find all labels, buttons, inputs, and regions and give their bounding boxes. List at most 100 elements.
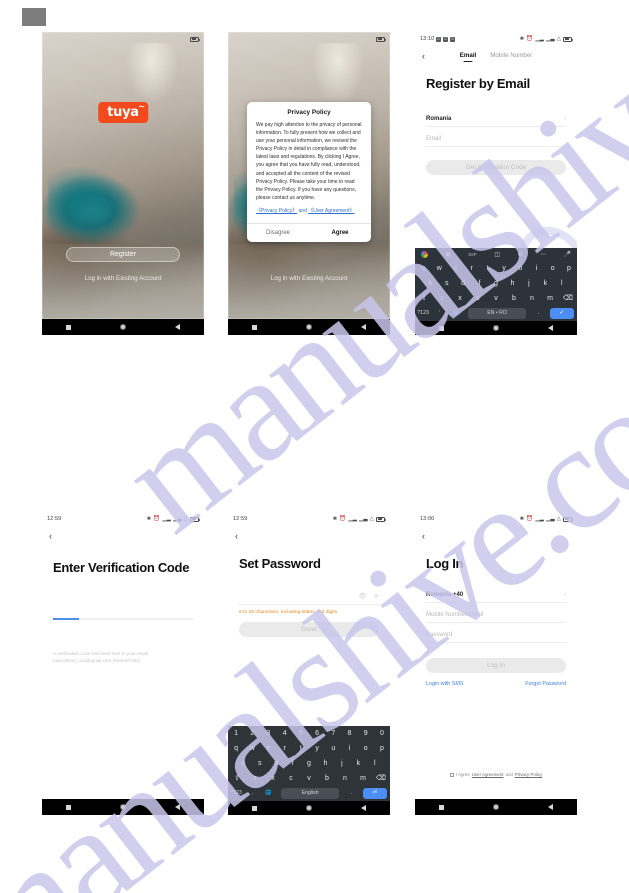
- get-verification-code-button[interactable]: Get Verification Code: [426, 160, 566, 175]
- key-m[interactable]: m: [541, 291, 559, 306]
- tab-email[interactable]: Email: [460, 52, 477, 61]
- key-k[interactable]: k: [537, 276, 553, 291]
- recents-square-icon[interactable]: [252, 805, 258, 811]
- user-agreement-link[interactable]: User Agreement: [472, 772, 504, 777]
- back-chevron-icon[interactable]: ‹: [235, 532, 238, 541]
- privacy-policy-link[interactable]: 《Privacy Policy》: [256, 208, 297, 214]
- key-v[interactable]: v: [300, 771, 318, 786]
- back-triangle-icon[interactable]: [547, 325, 553, 331]
- forgot-password-link[interactable]: Forgot Password: [525, 681, 566, 687]
- password-field[interactable]: Password: [426, 628, 566, 643]
- gear-icon[interactable]: ⚙: [517, 251, 522, 258]
- symbols-key[interactable]: ?123: [228, 786, 244, 801]
- key-b[interactable]: b: [318, 771, 336, 786]
- back-triangle-icon[interactable]: [360, 324, 366, 330]
- register-button[interactable]: Register: [66, 247, 180, 262]
- key-z[interactable]: z: [433, 291, 451, 306]
- back-triangle-icon[interactable]: [174, 804, 180, 810]
- recents-square-icon[interactable]: [252, 324, 258, 330]
- log-in-existing-account-link[interactable]: Log in with Existing Account: [42, 275, 204, 282]
- key-x[interactable]: x: [264, 771, 282, 786]
- home-circle-icon[interactable]: [305, 324, 312, 330]
- key-y[interactable]: y: [496, 261, 512, 276]
- enter-key[interactable]: ✓: [549, 308, 574, 319]
- key-f[interactable]: f: [284, 756, 300, 771]
- country-field[interactable]: Romania ›: [426, 112, 566, 127]
- recents-square-icon[interactable]: [66, 324, 72, 330]
- disagree-button[interactable]: Disagree: [247, 224, 309, 242]
- period-key[interactable]: .: [343, 786, 359, 801]
- key-0[interactable]: 0: [374, 726, 390, 741]
- key-x[interactable]: x: [451, 291, 469, 306]
- email-field[interactable]: Email: [426, 132, 566, 147]
- key-j[interactable]: j: [334, 756, 350, 771]
- key-o[interactable]: o: [545, 261, 561, 276]
- key-3[interactable]: 3: [260, 726, 276, 741]
- key-y[interactable]: y: [309, 741, 325, 756]
- recents-square-icon[interactable]: [66, 804, 72, 810]
- key-u[interactable]: u: [512, 261, 528, 276]
- key-q[interactable]: q: [415, 261, 431, 276]
- key-c[interactable]: c: [282, 771, 300, 786]
- user-agreement-link[interactable]: 《User Agreement》: [308, 208, 354, 214]
- key-2[interactable]: 2: [244, 726, 260, 741]
- key-a[interactable]: a: [235, 756, 251, 771]
- key-v[interactable]: v: [487, 291, 505, 306]
- key-s[interactable]: s: [438, 276, 454, 291]
- tab-mobile-number[interactable]: Mobile Number: [490, 52, 532, 61]
- key-i[interactable]: i: [528, 261, 544, 276]
- key-4[interactable]: 4: [277, 726, 293, 741]
- key-n[interactable]: n: [523, 291, 541, 306]
- clipboard-icon[interactable]: ◫: [494, 251, 500, 258]
- comma-key[interactable]: ’: [431, 306, 447, 321]
- account-field[interactable]: Mobile Number/Email: [426, 608, 566, 623]
- login-button[interactable]: Log In: [426, 658, 566, 673]
- key-c[interactable]: c: [469, 291, 487, 306]
- enter-key[interactable]: ⏎: [362, 788, 387, 799]
- log-in-existing-account-link[interactable]: Log in with Existing Account: [228, 275, 390, 282]
- country-field[interactable]: Romania +40 ›: [426, 588, 566, 603]
- key-t[interactable]: t: [293, 741, 309, 756]
- symbols-key[interactable]: ?123: [415, 306, 431, 321]
- key-e[interactable]: e: [447, 261, 463, 276]
- back-chevron-icon[interactable]: ‹: [49, 532, 52, 541]
- key-r[interactable]: r: [464, 261, 480, 276]
- key-1[interactable]: 1: [228, 726, 244, 741]
- privacy-policy-link[interactable]: Privacy Policy: [515, 772, 542, 777]
- home-circle-icon[interactable]: [119, 804, 126, 810]
- key-w[interactable]: w: [244, 741, 260, 756]
- login-with-sms-link[interactable]: Login with SMS: [426, 681, 463, 687]
- done-button[interactable]: Done: [239, 622, 379, 637]
- home-circle-icon[interactable]: [492, 804, 499, 810]
- recents-square-icon[interactable]: [439, 325, 445, 331]
- home-circle-icon[interactable]: [119, 324, 126, 330]
- shift-icon[interactable]: ⇧: [415, 291, 433, 306]
- key-7[interactable]: 7: [325, 726, 341, 741]
- key-d[interactable]: d: [455, 276, 471, 291]
- home-circle-icon[interactable]: [305, 805, 312, 811]
- key-r[interactable]: r: [277, 741, 293, 756]
- key-f[interactable]: f: [471, 276, 487, 291]
- backspace-icon[interactable]: ⌫: [372, 771, 390, 786]
- globe-icon[interactable]: 🌐: [261, 786, 277, 801]
- key-6[interactable]: 6: [309, 726, 325, 741]
- key-h[interactable]: h: [317, 756, 333, 771]
- comma-key[interactable]: ,: [244, 786, 260, 801]
- agreement-checkbox[interactable]: [449, 772, 454, 777]
- key-o[interactable]: o: [358, 741, 374, 756]
- key-s[interactable]: s: [251, 756, 267, 771]
- space-key[interactable]: EN • RO: [467, 308, 527, 319]
- key-p[interactable]: p: [561, 261, 577, 276]
- verification-code-input[interactable]: [53, 618, 193, 620]
- key-n[interactable]: n: [336, 771, 354, 786]
- key-m[interactable]: m: [354, 771, 372, 786]
- key-h[interactable]: h: [504, 276, 520, 291]
- recents-square-icon[interactable]: [439, 804, 445, 810]
- key-w[interactable]: w: [431, 261, 447, 276]
- back-chevron-icon[interactable]: ‹: [422, 532, 425, 541]
- back-triangle-icon[interactable]: [547, 804, 553, 810]
- google-g-icon[interactable]: [421, 251, 428, 258]
- key-5[interactable]: 5: [293, 726, 309, 741]
- eye-icon[interactable]: 👁: [358, 592, 366, 600]
- home-circle-icon[interactable]: [492, 325, 499, 331]
